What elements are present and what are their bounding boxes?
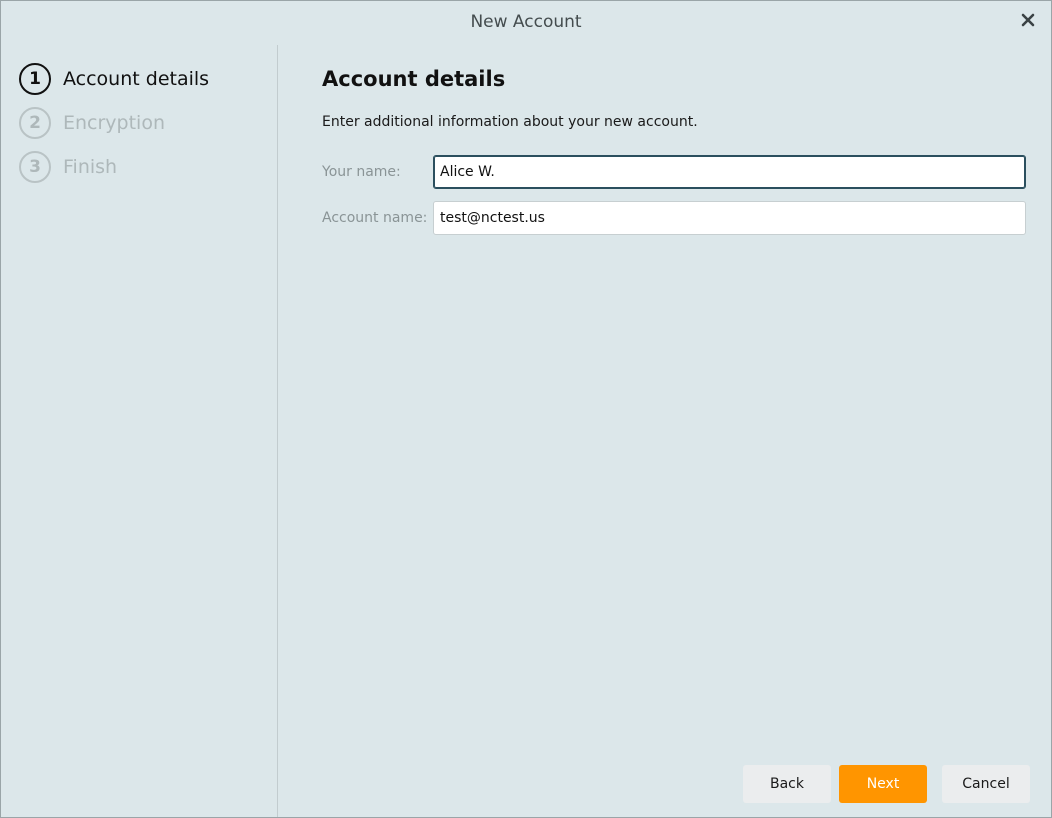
your-name-label: Your name: [322, 164, 401, 180]
step-finish: 3 Finish [19, 149, 117, 185]
close-button[interactable] [1017, 9, 1039, 31]
step-number: 2 [19, 107, 51, 139]
step-number: 3 [19, 151, 51, 183]
account-name-input[interactable] [433, 201, 1026, 235]
step-encryption: 2 Encryption [19, 105, 165, 141]
step-number: 1 [19, 63, 51, 95]
cancel-button[interactable]: Cancel [942, 765, 1030, 803]
step-label: Finish [63, 156, 118, 178]
account-name-label: Account name: [322, 210, 428, 226]
step-label: Account details [63, 68, 210, 90]
close-icon [1021, 13, 1035, 27]
back-button[interactable]: Back [743, 765, 831, 803]
step-account-details: 1 Account details [19, 61, 209, 97]
window-title: New Account [470, 12, 582, 32]
title-bar: New Account [1, 1, 1051, 45]
step-label: Encryption [63, 112, 166, 134]
page-title: Account details [322, 67, 506, 91]
cancel-button-label: Cancel [962, 776, 1010, 792]
back-button-label: Back [770, 776, 804, 792]
next-button[interactable]: Next [839, 765, 927, 803]
steps-sidebar: 1 Account details 2 Encryption 3 Finish [1, 45, 278, 817]
your-name-row: Your name: [322, 155, 1027, 189]
new-account-dialog: New Account 1 Account details 2 Encrypti… [0, 0, 1052, 818]
account-name-row: Account name: [322, 201, 1027, 235]
next-button-label: Next [866, 776, 900, 792]
your-name-input[interactable] [433, 155, 1026, 189]
description-text: Enter additional information about your … [322, 114, 698, 130]
